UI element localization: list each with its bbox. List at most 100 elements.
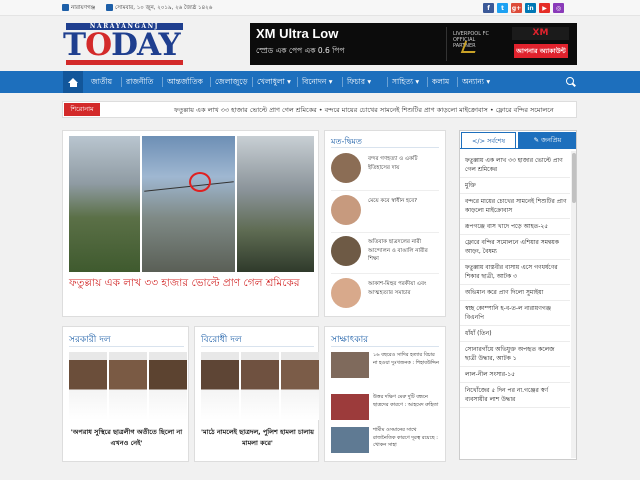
facebook-icon[interactable]: f: [483, 3, 494, 13]
opinion-item-title[interactable]: অতিবাক ছাত্রদলের নারী আন্দোলন ও বাঙালি ন…: [368, 238, 440, 264]
opinion-section: মত-দ্বিমত বন্দর গণহত্যা ও একটি ইতিহাসের …: [324, 130, 446, 317]
opinion-item[interactable]: আকাশ-মিহুর পরকীয়া এবং আত্মহত্যার সমাচার: [331, 278, 439, 314]
google-plus-icon[interactable]: g+: [511, 3, 522, 13]
ad-subtitle: স্প্রেড এক পেপ এক 0.6 পিপ: [256, 46, 345, 55]
gov-party-caption[interactable]: 'অপরাধ সুস্থিরে ছাত্রলীগ অতীতে ছিলো না এ…: [69, 427, 184, 449]
nav-separator: [162, 77, 163, 87]
nav-item-5[interactable]: খেলাধুলা ▾: [257, 71, 291, 93]
nav-item-3[interactable]: আন্তর্জাতিক: [167, 71, 203, 93]
opinion-item-title[interactable]: মেয়ে কবে স্বাধীন হবে?: [368, 197, 440, 206]
list-item[interactable]: অভিমান করে প্রাণ দিলো সুমাইয়া: [460, 285, 570, 301]
leader-photo[interactable]: [201, 352, 239, 420]
calendar-icon: [106, 4, 113, 11]
interview-item[interactable]: শামীম ওসমানের সাথে রাজনৈতিক কারণে দূরত্ব…: [331, 427, 441, 455]
sidebar-tabs: </> সর্বশেষ ✎ জনপ্রিয় ফতুল্লায় এক লাখ …: [459, 130, 577, 460]
author-avatar: [331, 153, 361, 183]
list-item[interactable]: ফতুল্লায় এক লাখ ৩৩ হাজার ভোল্টে প্রাণ গ…: [460, 153, 570, 178]
date: সোমবার, ১০ জুন, ২০১৯, ২৬ জ্যৈষ্ঠ ১৪২৬: [106, 4, 212, 13]
leader-photo[interactable]: [109, 352, 147, 420]
list-item[interactable]: ফতুল্লায় বাস্তবীর বাসায় এসে গণধর্ষণের …: [460, 260, 570, 285]
opinion-separator: [331, 273, 439, 274]
nav-separator: [342, 77, 343, 87]
instagram-icon[interactable]: ◎: [553, 3, 564, 13]
opinion-item[interactable]: অতিবাক ছাত্রদলের নারী আন্দোলন ও বাঙালি ন…: [331, 236, 439, 272]
lead-story-title[interactable]: ফতুল্লায় এক লাখ ৩৩ হাজার ভোল্টে প্রাণ গ…: [69, 275, 314, 292]
author-avatar: [331, 195, 361, 225]
interview-item-title[interactable]: উত্তর দক্ষিণ মেরু দুটি বন্ধনে ছাত্রদের ক…: [373, 394, 439, 409]
nav-item-6[interactable]: বিনোদন ▾: [302, 71, 333, 93]
nav-item-10[interactable]: অন্যান্য ▾: [462, 71, 490, 93]
twitter-icon[interactable]: t: [497, 3, 508, 13]
lead-story-photo[interactable]: [69, 136, 314, 272]
ad-title: XM Ultra Low: [256, 26, 339, 41]
logo-wordmark: TODAY: [63, 27, 181, 63]
nav-separator: [297, 77, 298, 87]
nav-item-1[interactable]: জাতীয়: [91, 71, 112, 93]
opinion-item-title[interactable]: বন্দর গণহত্যা ও একটি ইতিহাসের দায়: [368, 155, 440, 172]
ticker-text[interactable]: ফতুল্লায় এক লাখ ৩৩ হাজার ভোল্টে প্রাণ গ…: [174, 105, 554, 116]
nav-separator: [121, 77, 122, 87]
list-item[interactable]: মুক্তি: [460, 178, 570, 194]
author-avatar: [331, 236, 361, 266]
interview-item[interactable]: উত্তর দক্ষিণ মেরু দুটি বন্ধনে ছাত্রদের ক…: [331, 394, 441, 422]
linkedin-icon[interactable]: in: [525, 3, 536, 13]
gov-party-title[interactable]: সরকারী দল: [69, 332, 111, 347]
nav-separator: [210, 77, 211, 87]
leader-photo[interactable]: [241, 352, 279, 420]
nav-separator: [252, 77, 253, 87]
ad-cta-button[interactable]: আপনার অ্যাকাউন্ট: [514, 44, 568, 58]
ad-partner: LIVERPOOL FC OFFICIAL PARTNER: [446, 27, 498, 61]
photo-panel-center: [142, 136, 235, 272]
interview-title[interactable]: সাক্ষাৎকার: [331, 332, 368, 347]
tab-latest[interactable]: </> সর্বশেষ: [461, 132, 516, 149]
main-nav: জাতীয় রাজনীতি আন্তর্জাতিক জেলাজুড়ে খেলাধুল…: [0, 71, 640, 93]
nav-item-4[interactable]: জেলাজুড়ে: [215, 71, 248, 93]
banner-ad[interactable]: XM Ultra Low স্প্রেড এক পেপ এক 0.6 পিপ L…: [250, 23, 577, 65]
list-item[interactable]: লাল-নীল সংসার-১৫: [460, 367, 570, 383]
interview-item[interactable]: ১৬ বছরেও সাদির হত্যার বিচার না হওয়া দুঃ…: [331, 352, 441, 380]
leader-photo[interactable]: [149, 352, 187, 420]
interview-section: সাক্ষাৎকার ১৬ বছরেও সাদির হত্যার বিচার ন…: [324, 326, 446, 462]
nav-item-9[interactable]: কলাম: [432, 71, 449, 93]
interview-item-title[interactable]: ১৬ বছরেও সাদির হত্যার বিচার না হওয়া দুঃ…: [373, 352, 439, 367]
headline-ticker: শিরোনাম ফতুল্লায় এক লাখ ৩৩ হাজার ভোল্টে…: [62, 101, 577, 118]
nav-item-8[interactable]: সাহিত্য ▾: [392, 71, 419, 93]
interview-thumbnail: [331, 427, 369, 453]
opinion-item[interactable]: মেয়ে কবে স্বাধীন হবে?: [331, 195, 439, 231]
list-item[interactable]: সোনারগাঁয়ে অভিযুক্ত অপহৃত কলেজ ছাত্রী উ…: [460, 342, 570, 367]
author-avatar: [331, 278, 361, 308]
tab-divider: [460, 148, 576, 149]
list-item[interactable]: ধাঁধাঁ (তিন): [460, 326, 570, 342]
interview-item-title[interactable]: শামীম ওসমানের সাথে রাজনৈতিক কারণে দূরত্ব…: [373, 427, 439, 450]
opinion-item[interactable]: বন্দর গণহত্যা ও একটি ইতিহাসের দায়: [331, 153, 439, 189]
ad-brand-logo: XM: [512, 27, 569, 40]
leader-photo[interactable]: [281, 352, 319, 420]
location-label: নারায়ণগঞ্জ: [71, 5, 96, 11]
logo-underline: [66, 60, 183, 65]
lead-story[interactable]: ফতুল্লায় এক লাখ ৩৩ হাজার ভোল্টে প্রাণ গ…: [62, 130, 319, 317]
location: নারায়ণগঞ্জ: [62, 4, 95, 13]
site-logo[interactable]: NARAYANGANJ TODAY: [63, 23, 186, 67]
list-item[interactable]: ফ্লোরে বন্দির সমোলনে এশিয়ার সমন্বয়ক আড…: [460, 235, 570, 260]
list-item[interactable]: নিখোঁজের ৫ দিন পর না.গঞ্জের স্বর্ণ ব্যবস…: [460, 383, 570, 408]
interview-divider: [331, 346, 439, 347]
list-item[interactable]: স্বচ্ছ কোম্পানি হ-ব-ত-ল নারায়ণগঞ্জ বিএন…: [460, 301, 570, 326]
tab-popular[interactable]: ✎ জনপ্রিয়: [518, 132, 576, 148]
leader-photo[interactable]: [69, 352, 107, 420]
nav-item-2[interactable]: রাজনীতি: [126, 71, 153, 93]
youtube-icon[interactable]: ▶: [539, 3, 550, 13]
opp-party-caption[interactable]: 'মাঠে নামলেই ছাত্রদল, পুলিশ হামলা চালায়…: [201, 427, 314, 449]
search-icon[interactable]: [566, 77, 576, 87]
nav-item-7[interactable]: ফিচার ▾: [347, 71, 371, 93]
opinion-separator: [331, 190, 439, 191]
ticker-label: শিরোনাম: [64, 103, 100, 116]
sidebar-scrollbar[interactable]: [571, 151, 576, 458]
opp-party-title[interactable]: বিরোধী দল: [201, 332, 242, 347]
list-item[interactable]: রূপগঞ্জে বাস খাদে পড়ে আহত-২৫: [460, 219, 570, 235]
nav-separator: [457, 77, 458, 87]
opinion-item-title[interactable]: আকাশ-মিহুর পরকীয়া এবং আত্মহত্যার সমাচার: [368, 280, 440, 297]
home-icon[interactable]: [63, 71, 83, 93]
date-label: সোমবার, ১০ জুন, ২০১৯, ২৬ জ্যৈষ্ঠ ১৪২৬: [115, 5, 213, 11]
list-item[interactable]: বন্দরে মায়ের চোখের সামনেই শিশুটির প্রাণ…: [460, 194, 570, 219]
highlight-circle: [189, 172, 211, 192]
